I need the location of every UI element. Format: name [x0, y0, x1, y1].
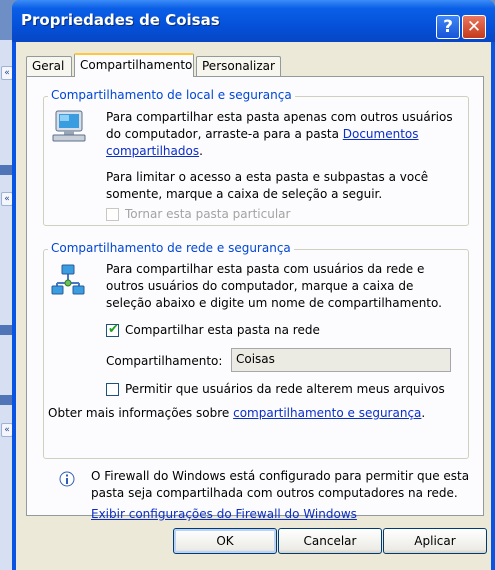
tab-compartilhamento[interactable]: Compartilhamento: [74, 53, 194, 77]
network-sharing-text-1: Para compartilhar esta pasta com usuário…: [106, 262, 425, 276]
network-sharing-text-2: outros usuários do computador, marque a …: [106, 279, 414, 293]
private-folder-label: Tornar esta pasta particular: [125, 207, 291, 221]
info-icon: [59, 471, 75, 487]
close-button[interactable]: ✕: [462, 15, 486, 39]
share-name-input[interactable]: Coisas: [231, 348, 451, 372]
allow-change-checkbox[interactable]: [106, 383, 119, 396]
computer-icon: [52, 110, 86, 142]
limit-access-text-1: Para limitar o acesso a esta pasta e sub…: [106, 170, 429, 184]
tab-geral[interactable]: Geral: [26, 56, 72, 76]
private-folder-checkbox[interactable]: [106, 208, 119, 221]
firewall-settings-link-wrap: Exibir configurações do Firewall do Wind…: [91, 506, 357, 523]
more-info-text: Obter mais informações sobre compartilha…: [48, 406, 426, 420]
checkmark-icon: ✔: [108, 322, 119, 337]
help-button[interactable]: ?: [436, 15, 460, 39]
network-sharing-group: Compartilhamento de rede e segurança Par…: [43, 241, 469, 459]
shared-documents-link-cont[interactable]: compartilhados: [106, 144, 199, 158]
dialog-body: Geral Compartilhamento Personalizar Comp…: [16, 42, 491, 570]
local-sharing-text-3: compartilhados.: [106, 144, 203, 158]
local-sharing-legend: Compartilhamento de local e segurança: [48, 88, 295, 102]
cancel-button[interactable]: Cancelar: [278, 528, 382, 554]
local-sharing-text-2: do computador, arraste-a para a pasta Do…: [106, 127, 419, 141]
network-sharing-legend: Compartilhamento de rede e segurança: [48, 241, 294, 255]
properties-dialog: Propriedades de Coisas ? ✕ Geral Compart…: [12, 0, 495, 570]
tab-personalizar[interactable]: Personalizar: [196, 56, 281, 76]
limit-access-text-2: somente, marque a caixa de seleção a seg…: [106, 187, 383, 201]
firewall-text-1: O Firewall do Windows está configurado p…: [91, 469, 470, 483]
apply-button[interactable]: Aplicar: [383, 528, 487, 554]
tab-panel-compartilhamento: Compartilhamento de local e segurança Pa…: [26, 76, 484, 521]
share-name-label: Compartilhamento:: [106, 354, 223, 368]
firewall-text-2: pasta seja compartilhada com outros comp…: [91, 486, 458, 500]
share-folder-checkbox[interactable]: ✔: [106, 322, 119, 337]
local-sharing-text-1: Para compartilhar esta pasta apenas com …: [106, 110, 453, 124]
sharing-security-link[interactable]: compartilhamento e segurança: [233, 406, 421, 420]
network-icon: [51, 264, 85, 295]
network-sharing-text-3: seleção abaixo e digite um nome de compa…: [106, 296, 442, 310]
local-sharing-group: Compartilhamento de local e segurança Pa…: [43, 88, 469, 226]
share-folder-label: Compartilhar esta pasta na rede: [125, 323, 320, 337]
window-title: Propriedades de Coisas: [21, 11, 220, 29]
ok-button[interactable]: OK: [173, 528, 277, 554]
firewall-settings-link[interactable]: Exibir configurações do Firewall do Wind…: [91, 507, 357, 521]
allow-change-label: Permitir que usuários da rede alterem me…: [125, 382, 445, 396]
title-bar[interactable]: Propriedades de Coisas ? ✕: [12, 0, 495, 42]
shared-documents-link[interactable]: Documentos: [343, 127, 419, 141]
